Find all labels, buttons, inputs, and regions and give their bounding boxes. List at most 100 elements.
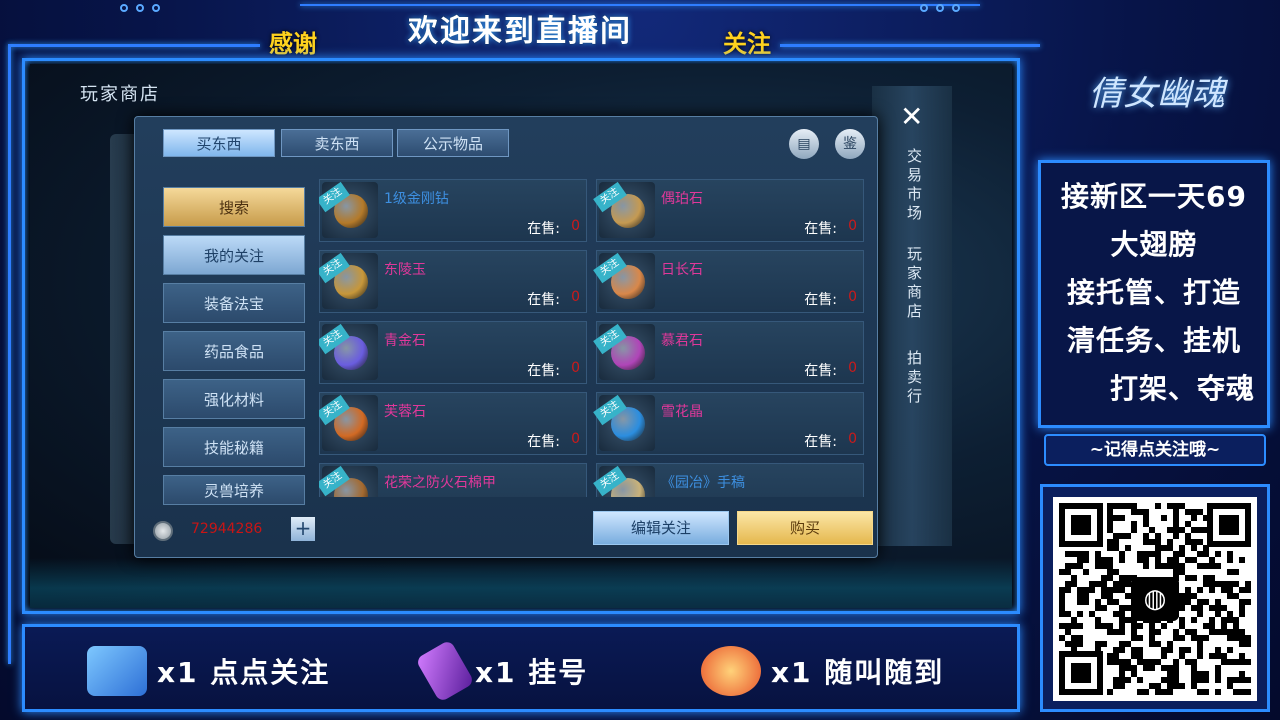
game-logo: 倩女幽魂 xyxy=(1089,74,1225,114)
category-search[interactable]: 搜索 xyxy=(163,187,305,227)
item-card[interactable]: 关注 1级金刚钻在售: 0 xyxy=(319,179,587,242)
money-amount: 72944286 xyxy=(191,521,263,537)
frame-line xyxy=(8,44,11,664)
on-sale-label: 在售: xyxy=(804,434,837,450)
buy-button[interactable]: 购买 xyxy=(737,511,873,545)
tab-buy[interactable]: 买东西 xyxy=(163,129,275,157)
promo-line: 清任务、挂机 xyxy=(1066,324,1241,357)
tab-sell[interactable]: 卖东西 xyxy=(281,129,393,157)
on-sale-label: 在售: xyxy=(804,221,837,237)
item-card[interactable]: 关注 偶珀石 在售: 0 xyxy=(593,179,864,242)
purple-rocket-icon xyxy=(415,639,475,703)
category-skill-books[interactable]: 技能秘籍 xyxy=(163,427,305,467)
record-icon[interactable]: ▤ xyxy=(789,129,819,159)
gift-text: x1 随叫随到 xyxy=(771,656,945,689)
gift-text: x1 挂号 xyxy=(475,656,589,689)
edit-follow-button[interactable]: 编辑关注 xyxy=(593,511,729,545)
on-sale-count: 0 xyxy=(571,360,580,376)
on-sale-count: 0 xyxy=(848,360,857,376)
close-icon[interactable]: ✕ xyxy=(900,100,923,133)
bottom-gift-bar: x1 点点关注 x1 挂号 x1 随叫随到 xyxy=(22,624,1020,712)
item-name: 东陵玉 xyxy=(384,262,426,278)
gift-register: x1 挂号 xyxy=(415,639,589,703)
on-sale-label: 在售: xyxy=(804,292,837,308)
frame-line xyxy=(10,44,260,47)
item-card[interactable]: 关注 雪花晶在售: 0 xyxy=(593,392,864,455)
item-name: 偶珀石 xyxy=(661,191,703,207)
item-icon: 关注 xyxy=(319,252,378,309)
item-icon: 关注 xyxy=(319,394,378,451)
welcome-title: 欢迎来到直播间 xyxy=(408,14,632,49)
category-equipment[interactable]: 装备法宝 xyxy=(163,283,305,323)
item-name: 《园冶》手稿 xyxy=(661,475,745,491)
decor-dot xyxy=(152,4,160,12)
on-sale-label: 在售: xyxy=(527,434,560,450)
item-card[interactable]: 关注 花荣之防火石棉甲 xyxy=(319,463,587,497)
gift-on-call: x1 随叫随到 xyxy=(701,643,944,699)
item-name: 雪花晶 xyxy=(661,404,703,420)
tab-public-items[interactable]: 公示物品 xyxy=(397,129,509,157)
frame-line xyxy=(780,44,1040,47)
gift-text: x1 点点关注 xyxy=(157,656,331,689)
promo-line: 接托管、打造 xyxy=(1066,276,1241,309)
qr-box: ◍ xyxy=(1040,484,1270,712)
item-icon: 关注 xyxy=(593,465,655,497)
remind-follow-label: ~记得点关注哦~ xyxy=(1044,434,1266,466)
decor-dot xyxy=(920,4,928,12)
category-enhance-material[interactable]: 强化材料 xyxy=(163,379,305,419)
item-icon: 关注 xyxy=(593,181,655,238)
decor-dot xyxy=(136,4,144,12)
item-grid: 关注 1级金刚钻 在售: 0 关注 偶珀石 在售: 0 关注 东陵玉 在售: 0 关注 日长石 在售: 0 关注… xyxy=(319,179,867,497)
promo-line: 接新区一天69 xyxy=(1061,180,1247,213)
item-name: 花荣之防火石棉甲 xyxy=(384,475,496,491)
category-pet-training[interactable]: 灵兽培养 xyxy=(163,475,305,505)
shop-title: 玩家商店 xyxy=(80,84,160,105)
shop-panel: 买东西 卖东西 公示物品 ▤ 鉴 搜索 我的关注 装备法宝 药品食品 强化材料 … xyxy=(134,116,878,558)
wechat-icon: ◍ xyxy=(1131,577,1179,621)
on-sale-count: 0 xyxy=(571,431,580,447)
on-sale-count: 0 xyxy=(571,218,580,234)
side-tab-auction[interactable]: 拍卖行 xyxy=(904,350,925,420)
on-sale-label: 在售: xyxy=(527,221,560,237)
item-icon: 关注 xyxy=(319,181,378,238)
item-card[interactable]: 关注 《园冶》手稿 xyxy=(593,463,864,497)
promo-line: 大翅膀 xyxy=(1110,228,1198,261)
game-view: 玩家商店 ✕ 交易市场 玩家商店 拍卖行 买东西 卖东西 公示物品 ▤ 鉴 搜索… xyxy=(30,64,1012,608)
item-icon: 关注 xyxy=(593,323,655,380)
item-icon: 关注 xyxy=(319,465,378,497)
decor-dot xyxy=(952,4,960,12)
item-icon: 关注 xyxy=(593,252,655,309)
ground-glow xyxy=(30,558,1012,608)
decor-dot xyxy=(936,4,944,12)
appraise-button[interactable]: 鉴 xyxy=(835,129,865,159)
side-tab-player-shop[interactable]: 玩家商店 xyxy=(904,246,925,336)
on-sale-label: 在售: xyxy=(527,292,560,308)
add-money-button[interactable]: + xyxy=(291,517,315,541)
item-card[interactable]: 关注 日长石在售: 0 xyxy=(593,250,864,313)
fire-rocket-icon xyxy=(701,646,761,696)
item-icon: 关注 xyxy=(593,394,655,451)
item-name: 慕君石 xyxy=(661,333,703,349)
promo-box: 接新区一天69 大翅膀 接托管、打造 清任务、挂机 打架、夺魂 xyxy=(1038,160,1270,428)
category-my-follow[interactable]: 我的关注 xyxy=(163,235,305,275)
item-card[interactable]: 关注 东陵玉 在售: 0 xyxy=(319,250,587,313)
category-medicine-food[interactable]: 药品食品 xyxy=(163,331,305,371)
item-name: 芙蓉石 xyxy=(384,404,426,420)
coin-icon xyxy=(153,521,173,541)
item-name: 日长石 xyxy=(661,262,703,278)
item-card[interactable]: 关注 青金石 在售: 0 xyxy=(319,321,587,384)
decor-dot xyxy=(120,4,128,12)
fan-badge-icon xyxy=(87,646,147,696)
on-sale-count: 0 xyxy=(848,431,857,447)
qr-code: ◍ xyxy=(1053,497,1257,701)
item-name: 青金石 xyxy=(384,333,426,349)
thanks-label: 感谢 xyxy=(269,30,317,58)
item-name: 1级金刚钻 xyxy=(384,191,449,207)
promo-line: 打架、夺魂 xyxy=(1109,372,1255,405)
on-sale-count: 0 xyxy=(848,289,857,305)
side-tab-market[interactable]: 交易市场 xyxy=(904,148,925,238)
on-sale-label: 在售: xyxy=(804,363,837,379)
follow-label: 关注 xyxy=(723,30,771,58)
item-card[interactable]: 关注 慕君石在售: 0 xyxy=(593,321,864,384)
item-card[interactable]: 关注 芙蓉石在售: 0 xyxy=(319,392,587,455)
